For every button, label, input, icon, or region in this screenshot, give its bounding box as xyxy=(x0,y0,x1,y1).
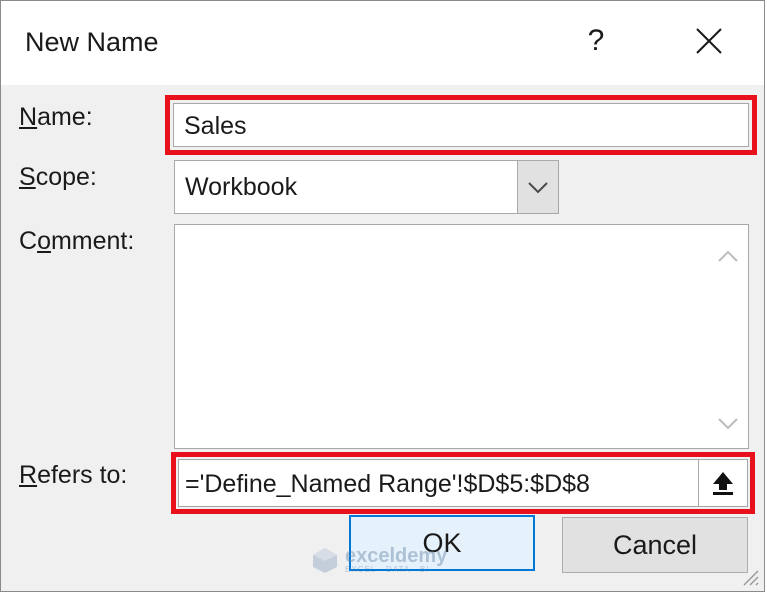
comment-textarea[interactable] xyxy=(174,224,749,449)
collapse-dialog-icon xyxy=(713,472,733,495)
resize-grip-icon[interactable] xyxy=(738,565,760,587)
scope-select[interactable]: Workbook xyxy=(174,160,559,214)
new-name-dialog: New Name ? Name: Sales Scope: Workbook C… xyxy=(0,0,765,592)
scope-dropdown-button[interactable] xyxy=(517,161,558,213)
scroll-down-icon[interactable] xyxy=(708,403,748,443)
close-icon xyxy=(696,28,722,54)
title-bar: New Name ? xyxy=(1,1,764,85)
close-button[interactable] xyxy=(689,21,729,61)
comment-label: Comment: xyxy=(19,227,135,255)
comment-scrollbar[interactable] xyxy=(708,225,748,448)
exceldemy-watermark: exceldemy EXCEL · DATA · BI xyxy=(311,546,447,574)
exceldemy-logo-icon xyxy=(313,548,337,573)
name-input[interactable]: Sales xyxy=(173,103,749,147)
refers-to-input[interactable]: ='Define_Named Range'!$D$5:$D$8 xyxy=(178,459,748,507)
scope-label: Scope: xyxy=(19,163,97,191)
watermark-text: exceldemy xyxy=(345,544,448,567)
chevron-down-icon xyxy=(528,182,548,194)
help-button[interactable]: ? xyxy=(581,21,611,61)
refers-to-label: Refers to: xyxy=(19,461,128,489)
dialog-title: New Name xyxy=(25,27,159,57)
refers-to-value: ='Define_Named Range'!$D$5:$D$8 xyxy=(185,470,590,498)
name-label: Name: xyxy=(19,103,93,131)
scope-select-value: Workbook xyxy=(185,173,298,201)
collapse-dialog-button[interactable] xyxy=(698,460,747,506)
scroll-up-icon[interactable] xyxy=(708,237,748,277)
name-input-value: Sales xyxy=(184,112,247,140)
cancel-button[interactable]: Cancel xyxy=(562,517,748,573)
